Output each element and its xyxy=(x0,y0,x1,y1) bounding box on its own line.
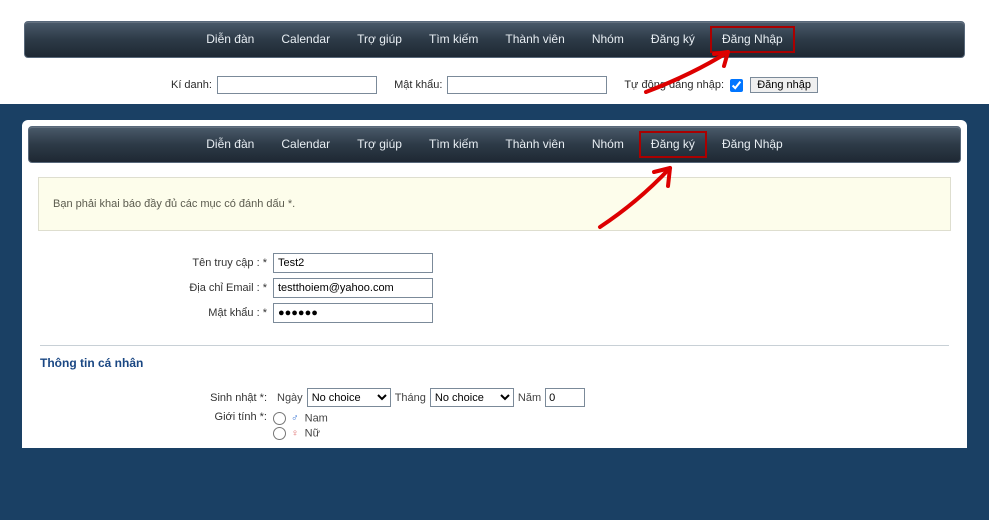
notice-box: Bạn phải khai báo đầy đủ các mục có đánh… xyxy=(38,177,951,231)
reg-password-input[interactable] xyxy=(273,303,433,323)
month-sublabel: Tháng xyxy=(395,392,426,404)
inner-nav-login[interactable]: Đăng Nhập xyxy=(710,137,795,151)
nav-register[interactable]: Đăng ký xyxy=(639,32,707,46)
password-field-label: Mật khẩu : * xyxy=(78,307,273,319)
username-field-label: Tên truy cập : * xyxy=(78,257,273,269)
email-field-label: Địa chỉ Email : * xyxy=(78,282,273,294)
login-button[interactable]: Đăng nhập xyxy=(750,77,818,93)
nav-search[interactable]: Tìm kiếm xyxy=(417,32,490,46)
inner-nav-members[interactable]: Thành viên xyxy=(493,137,576,151)
top-nav-bar: Diễn đàn Calendar Trợ giúp Tìm kiếm Thàn… xyxy=(24,21,965,58)
inner-nav-search[interactable]: Tìm kiếm xyxy=(417,137,490,151)
divider xyxy=(40,345,949,346)
password-label: Mật khẩu: xyxy=(394,79,442,91)
nav-forum[interactable]: Diễn đàn xyxy=(194,32,266,46)
reg-username-input[interactable] xyxy=(273,253,433,273)
inner-nav-bar: Diễn đàn Calendar Trợ giúp Tìm kiếm Thàn… xyxy=(28,126,961,163)
inner-nav-forum[interactable]: Diễn đàn xyxy=(194,137,266,151)
password-input[interactable] xyxy=(447,76,607,94)
gender-male-label: Nam xyxy=(305,412,328,424)
nav-groups[interactable]: Nhóm xyxy=(580,32,636,46)
inner-nav-groups[interactable]: Nhóm xyxy=(580,137,636,151)
autologin-label: Tự động đăng nhập: xyxy=(624,79,724,91)
nav-help[interactable]: Trợ giúp xyxy=(345,32,414,46)
male-icon: ♂ xyxy=(291,413,299,424)
username-label: Kí danh: xyxy=(171,79,212,91)
nav-members[interactable]: Thành viên xyxy=(493,32,576,46)
nav-calendar[interactable]: Calendar xyxy=(269,32,342,46)
username-input[interactable] xyxy=(217,76,377,94)
content-panel: Diễn đàn Calendar Trợ giúp Tìm kiếm Thàn… xyxy=(22,120,967,448)
inner-nav-calendar[interactable]: Calendar xyxy=(269,137,342,151)
gender-female-label: Nữ xyxy=(305,428,320,440)
autologin-checkbox[interactable] xyxy=(730,79,743,92)
gender-male-radio[interactable] xyxy=(273,412,286,425)
day-select[interactable]: No choice xyxy=(307,388,391,407)
birthday-label: Sinh nhật *: xyxy=(78,392,273,404)
month-select[interactable]: No choice xyxy=(430,388,514,407)
year-input[interactable] xyxy=(545,388,585,407)
login-bar: Kí danh: Mật khẩu: Tự động đăng nhập: Đă… xyxy=(0,66,989,104)
gender-female-radio[interactable] xyxy=(273,427,286,440)
section-personal-info: Thông tin cá nhân xyxy=(40,356,961,370)
day-sublabel: Ngày xyxy=(277,392,303,404)
inner-nav-help[interactable]: Trợ giúp xyxy=(345,137,414,151)
nav-login[interactable]: Đăng Nhập xyxy=(710,26,795,53)
female-icon: ♀ xyxy=(291,428,299,439)
reg-email-input[interactable] xyxy=(273,278,433,298)
gender-label: Giới tính *: xyxy=(78,411,273,442)
year-sublabel: Năm xyxy=(518,392,541,404)
inner-nav-register[interactable]: Đăng ký xyxy=(639,131,707,158)
